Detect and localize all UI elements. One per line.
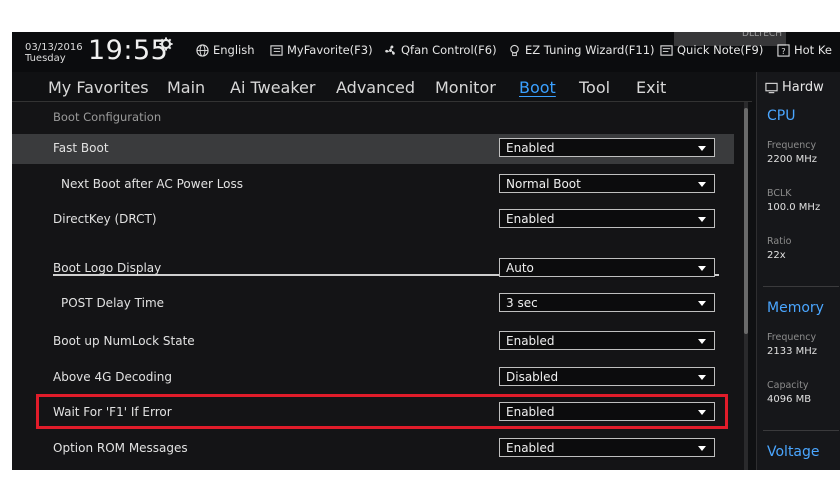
favorite-list-icon [270,44,283,56]
select-value: Normal Boot [506,177,581,191]
ratio-label: Ratio [767,236,792,247]
select-value: Enabled [506,441,555,455]
capacity-label: Capacity [767,380,809,391]
qfan-control-button[interactable]: Qfan Control(F6) [384,43,497,57]
setting-label: Boot up NumLock State [53,334,195,348]
lightbulb-icon [510,44,519,56]
settings-scrollbar[interactable] [744,102,748,470]
bios-screen: 03/13/2016 Tuesday 19:55 English MyFavor… [12,32,840,470]
tab-ai-tweaker[interactable]: Ai Tweaker [230,78,315,97]
setting-label: Above 4G Decoding [53,370,172,384]
bclk-value: 100.0 MHz [767,202,821,213]
panel-header: Hardw [765,80,824,95]
setting-label: Option ROM Messages [53,441,188,455]
caret-down-icon [698,266,706,271]
panel-divider [763,430,839,431]
setting-row-above-4g-decoding[interactable]: Above 4G Decoding Disabled [12,363,734,393]
numlock-select[interactable]: Enabled [499,331,715,350]
qfan-label: Qfan Control(F6) [401,43,497,57]
setting-row-option-rom-messages[interactable]: Option ROM Messages Enabled [12,434,734,464]
cpu-title: CPU [767,108,796,124]
clock-time: 19:55 [88,35,169,66]
panel-title: Hardw [782,80,824,95]
note-icon [660,44,673,56]
fan-icon [385,44,395,55]
date-display: 03/13/2016 Tuesday [25,42,83,64]
caret-down-icon [698,301,706,306]
scrollbar-thumb[interactable] [744,108,748,334]
directkey-select[interactable]: Enabled [499,209,715,228]
date-text: 03/13/2016 [25,42,83,53]
tab-main[interactable]: Main [167,78,205,97]
option-rom-select[interactable]: Enabled [499,438,715,457]
monitor-icon [765,82,778,93]
ez-tuning-wizard-button[interactable]: EZ Tuning Wizard(F11) [508,43,655,57]
select-value: Enabled [506,141,555,155]
post-delay-select[interactable]: 3 sec [499,293,715,312]
setting-label: Fast Boot [53,141,109,155]
select-value: Enabled [506,212,555,226]
caret-down-icon [698,446,706,451]
tab-boot[interactable]: Boot [519,78,556,97]
photo-frame: 03/13/2016 Tuesday 19:55 English MyFavor… [0,0,840,500]
capacity-value: 4096 MB [767,394,812,405]
my-favorite-label: MyFavorite(F3) [287,43,373,57]
memory-frequency-value: 2133 MHz [767,346,818,357]
day-text: Tuesday [25,53,66,64]
memory-title: Memory [767,300,824,316]
setting-row-boot-logo-display[interactable]: Boot Logo Display Auto [12,254,734,284]
select-value: 3 sec [506,296,538,310]
boot-settings-pane: Boot Configuration Fast Boot Enabled Nex… [12,102,747,470]
cpu-frequency-value: 2200 MHz [767,154,818,165]
boot-logo-select[interactable]: Auto [499,258,715,277]
language-button[interactable]: English [196,43,255,57]
setting-row-numlock-state[interactable]: Boot up NumLock State Enabled [12,327,734,357]
tab-exit[interactable]: Exit [636,78,666,97]
memory-frequency-label: Frequency [767,332,817,343]
setting-row-fast-boot[interactable]: Fast Boot Enabled [12,134,734,164]
caret-down-icon [698,146,706,151]
language-label: English [213,43,255,57]
select-value: Enabled [506,334,555,348]
setting-row-post-delay-time[interactable]: POST Delay Time 3 sec [12,289,734,319]
globe-icon [196,43,209,57]
ratio-value: 22x [767,250,786,261]
svg-text:?: ? [781,45,785,55]
setting-label: POST Delay Time [61,296,165,310]
caret-down-icon [698,182,706,187]
tab-advanced[interactable]: Advanced [336,78,415,97]
watermark-logo: DLLTECH [674,22,786,46]
gear-icon[interactable] [159,37,173,51]
bclk-label: BCLK [767,188,792,199]
fast-boot-select[interactable]: Enabled [499,138,715,157]
select-value: Auto [506,261,534,275]
panel-divider [763,286,839,287]
ez-tuning-label: EZ Tuning Wizard(F11) [525,43,655,57]
tab-tool[interactable]: Tool [579,78,610,97]
setting-label: DirectKey (DRCT) [53,212,157,226]
above-4g-select[interactable]: Disabled [499,367,715,386]
hardware-monitor-panel: Hardw CPU Frequency 2200 MHz BCLK 100.0 … [756,72,840,470]
setting-row-next-boot-ac-power-loss[interactable]: Next Boot after AC Power Loss Normal Boo… [12,170,734,200]
hot-keys-label: Hot Ke [794,43,832,57]
setting-row-directkey[interactable]: DirectKey (DRCT) Enabled [12,205,734,235]
tab-monitor[interactable]: Monitor [435,78,496,97]
setting-label: Boot Logo Display [53,261,162,275]
caret-down-icon [698,375,706,380]
my-favorite-button[interactable]: MyFavorite(F3) [270,43,373,57]
caret-down-icon [698,217,706,222]
annotation-highlight-box [36,394,728,429]
cpu-frequency-label: Frequency [767,140,817,151]
section-title: Boot Configuration [53,110,162,124]
caret-down-icon [698,339,706,344]
next-boot-select[interactable]: Normal Boot [499,174,715,193]
voltage-title: Voltage [767,444,820,460]
select-value: Disabled [506,370,559,384]
setting-label: Next Boot after AC Power Loss [61,177,244,191]
main-tabs: My Favorites Main Ai Tweaker Advanced Mo… [12,72,840,102]
tab-my-favorites[interactable]: My Favorites [48,78,149,97]
